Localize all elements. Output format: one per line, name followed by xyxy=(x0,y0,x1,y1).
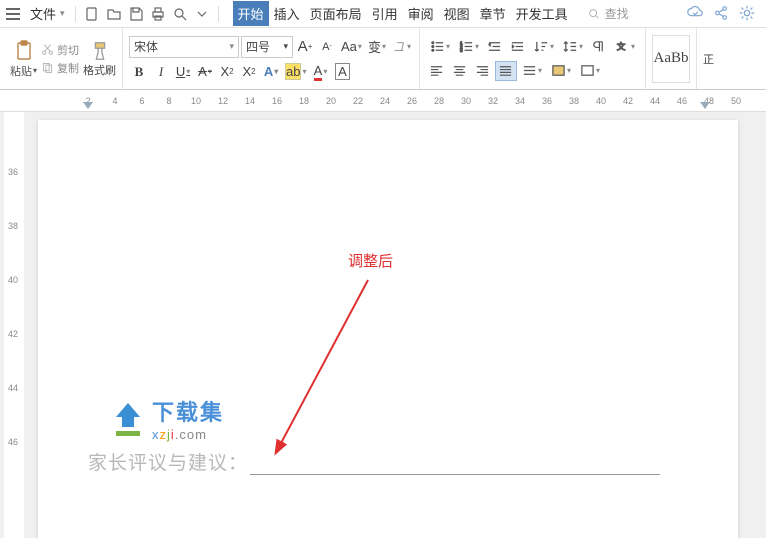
italic-button[interactable]: I xyxy=(151,62,171,82)
paragraph-group: 123 文 xyxy=(420,28,646,89)
cut-button[interactable]: 剪切 xyxy=(41,42,79,58)
font-name-select[interactable]: 宋体 xyxy=(129,36,239,58)
styles-label: 正 xyxy=(703,51,714,67)
page[interactable]: 调整后 下载集 xzji.com 家长评议与建议： xyxy=(38,120,738,538)
tab-row: 开始 插入 页面布局 引用 审阅 视图 章节 开发工具 xyxy=(233,1,573,26)
search-placeholder: 查找 xyxy=(605,5,629,22)
decrease-indent-button[interactable] xyxy=(484,37,506,57)
preview-icon[interactable] xyxy=(170,4,190,24)
new-doc-icon[interactable] xyxy=(82,4,102,24)
copy-button[interactable]: 复制 xyxy=(41,60,79,76)
styles-group: AaBb xyxy=(646,28,697,89)
horizontal-ruler[interactable]: 2468101214161820222426283032343638404244… xyxy=(0,90,766,112)
tab-view[interactable]: 视图 xyxy=(439,1,475,26)
cloud-share-icon[interactable] xyxy=(712,4,730,22)
cloud-icons xyxy=(686,4,756,22)
format-painter-button[interactable]: 格式刷 xyxy=(83,40,116,78)
file-menu[interactable]: 文件 xyxy=(26,2,69,25)
shading-button[interactable] xyxy=(547,61,575,81)
highlight-button[interactable]: ab xyxy=(283,62,308,82)
menubar: 文件 开始 插入 页面布局 引用 审阅 视图 章节 开发工具 查找 xyxy=(0,0,766,28)
align-left-button[interactable] xyxy=(426,61,448,81)
text-direction-button[interactable]: 文 xyxy=(611,37,639,57)
search-box[interactable]: 查找 xyxy=(587,5,629,22)
arrow-annotation xyxy=(268,270,408,460)
tab-review[interactable]: 审阅 xyxy=(403,1,439,26)
distribute-button[interactable] xyxy=(518,61,546,81)
style-preview[interactable]: AaBb xyxy=(652,35,690,83)
line-spacing-button[interactable] xyxy=(559,37,587,57)
watermark-title: 下载集 xyxy=(152,395,224,427)
cut-copy: 剪切 复制 xyxy=(41,42,79,76)
subscript-button[interactable]: X2 xyxy=(239,62,259,82)
body-text: 家长评议与建议： xyxy=(88,448,248,475)
tab-developer[interactable]: 开发工具 xyxy=(511,1,573,26)
tab-insert[interactable]: 插入 xyxy=(269,1,305,26)
underline-field[interactable] xyxy=(250,456,660,475)
print-icon[interactable] xyxy=(148,4,168,24)
watermark-url: xzji.com xyxy=(152,427,224,442)
underline-button[interactable]: U xyxy=(173,62,193,82)
superscript-button[interactable]: X2 xyxy=(217,62,237,82)
bullet-list-button[interactable] xyxy=(426,37,454,57)
border-button[interactable] xyxy=(576,61,604,81)
decrease-font-button[interactable]: A- xyxy=(317,37,337,57)
text-effect-button[interactable]: A xyxy=(261,62,281,82)
change-case-button[interactable]: Aa xyxy=(339,37,364,57)
document-canvas: 363840424446 调整后 下载集 xzji.com 家长评议与建议： xyxy=(0,112,766,538)
save-icon[interactable] xyxy=(126,4,146,24)
cloud-sync-icon[interactable] xyxy=(686,4,704,22)
separator xyxy=(75,6,76,22)
numbered-list-button[interactable]: 123 xyxy=(455,37,483,57)
clear-format-button[interactable] xyxy=(390,37,413,57)
styles-label-group: 正 xyxy=(697,28,720,89)
tab-layout[interactable]: 页面布局 xyxy=(305,1,367,26)
download-icon xyxy=(108,399,148,439)
align-right-button[interactable] xyxy=(472,61,494,81)
annotation-text: 调整后 xyxy=(348,250,393,271)
font-size-select[interactable]: 四号 xyxy=(241,36,293,58)
increase-indent-button[interactable] xyxy=(507,37,529,57)
phonetic-button[interactable]: 变 xyxy=(366,37,388,57)
strikethrough-button[interactable]: A xyxy=(195,62,215,82)
vertical-ruler[interactable]: 363840424446 xyxy=(4,112,24,538)
tab-start[interactable]: 开始 xyxy=(233,1,269,26)
align-center-button[interactable] xyxy=(449,61,471,81)
tab-sections[interactable]: 章节 xyxy=(475,1,511,26)
svg-text:文: 文 xyxy=(617,41,626,51)
sort-button[interactable] xyxy=(530,37,558,57)
bold-button[interactable]: B xyxy=(129,62,149,82)
open-icon[interactable] xyxy=(104,4,124,24)
svg-text:3: 3 xyxy=(460,48,463,53)
char-border-button[interactable]: A xyxy=(333,62,353,82)
tab-references[interactable]: 引用 xyxy=(367,1,403,26)
more-quick-icon[interactable] xyxy=(192,4,212,24)
ribbon: 粘贴 剪切 复制 格式刷 宋体 四号 A+ A- Aa 变 B I U A xyxy=(0,28,766,90)
font-group: 宋体 四号 A+ A- Aa 变 B I U A X2 X2 A ab A A xyxy=(123,28,420,89)
document-body-line[interactable]: 家长评议与建议： xyxy=(88,448,660,475)
separator xyxy=(218,6,219,22)
increase-font-button[interactable]: A+ xyxy=(295,37,315,57)
menu-icon[interactable] xyxy=(6,8,20,20)
font-color-button[interactable]: A xyxy=(311,62,331,82)
paste-button[interactable]: 粘贴 xyxy=(10,39,37,79)
cloud-settings-icon[interactable] xyxy=(738,4,756,22)
clipboard-group: 粘贴 剪切 复制 格式刷 xyxy=(4,28,123,89)
show-marks-button[interactable] xyxy=(588,37,610,57)
watermark: 下载集 xzji.com xyxy=(108,395,224,442)
align-justify-button[interactable] xyxy=(495,61,517,81)
